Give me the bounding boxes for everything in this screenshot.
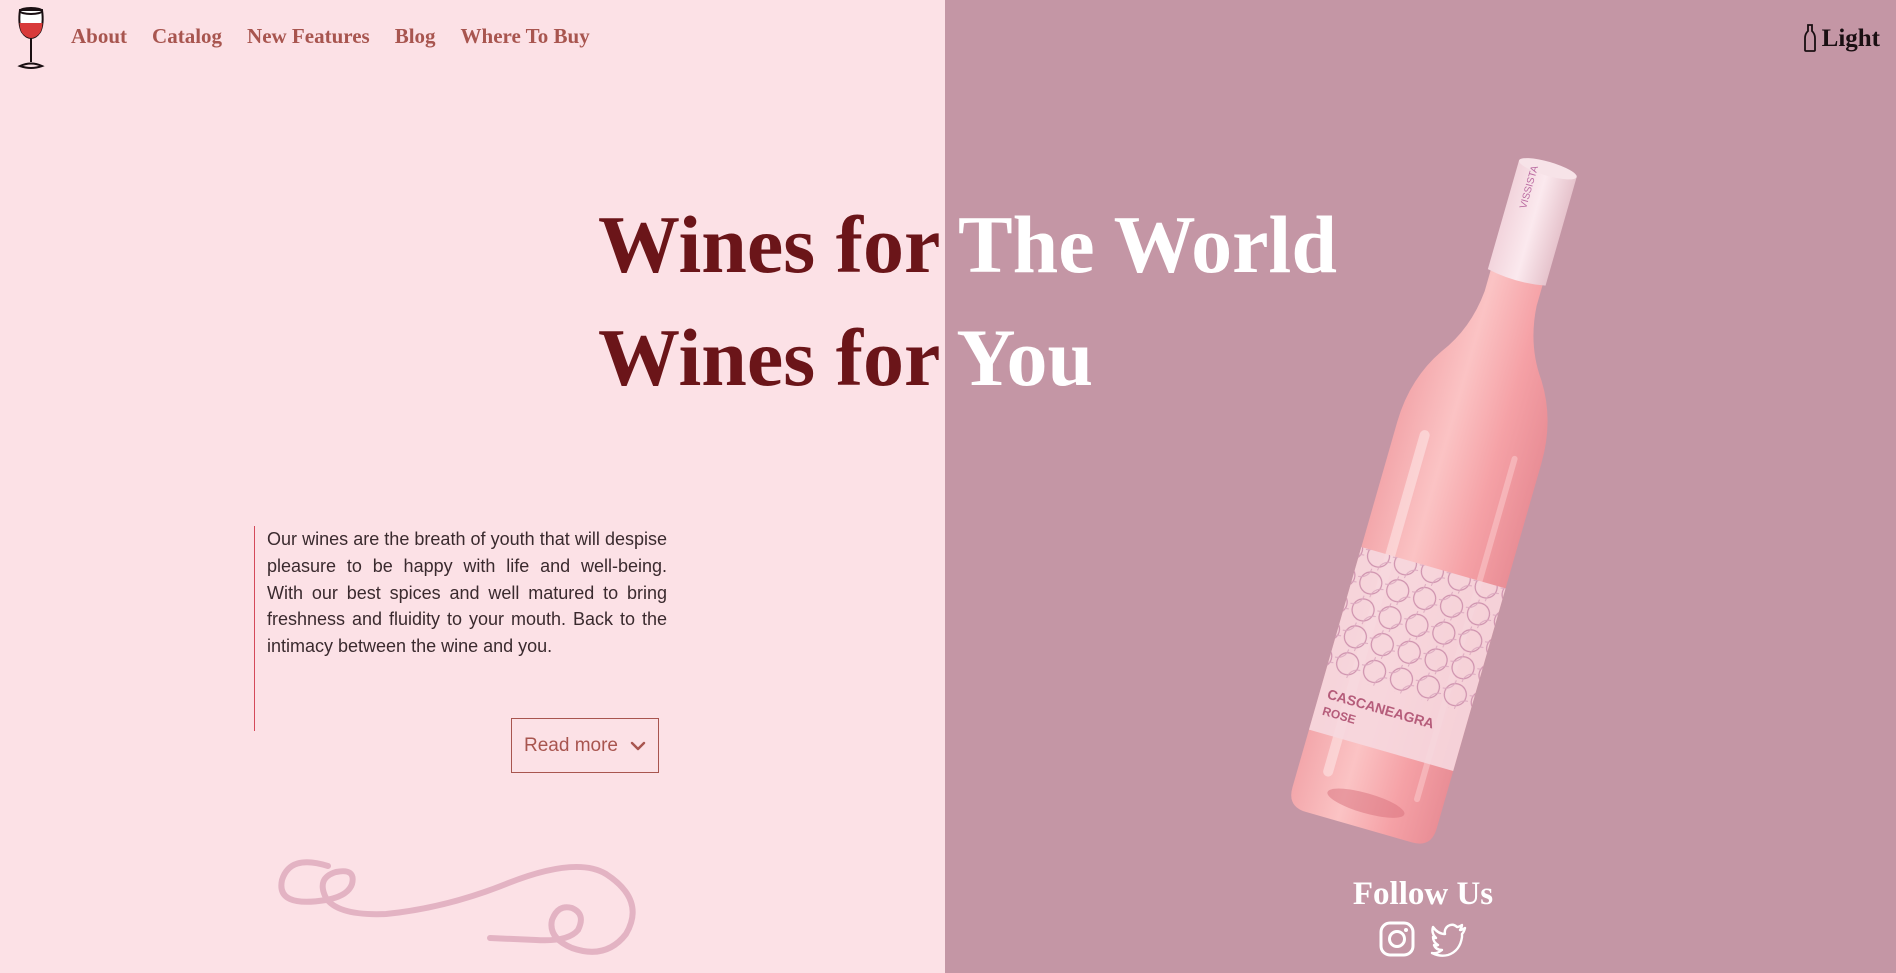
hero-line-2: Wines for You bbox=[598, 312, 1094, 403]
read-more-button[interactable]: Read more bbox=[511, 718, 659, 773]
social-links bbox=[1378, 920, 1468, 958]
description-block: Our wines are the breath of youth that w… bbox=[254, 526, 667, 731]
nav-catalog[interactable]: Catalog bbox=[152, 26, 222, 47]
instagram-icon[interactable] bbox=[1378, 920, 1416, 958]
main-nav: About Catalog New Features Blog Where To… bbox=[71, 26, 590, 47]
theme-toggle-label: Light bbox=[1821, 24, 1880, 52]
nav-new-features[interactable]: New Features bbox=[247, 26, 370, 47]
theme-toggle[interactable]: Light bbox=[1803, 24, 1880, 52]
twitter-icon[interactable] bbox=[1430, 920, 1468, 958]
nav-where-to-buy[interactable]: Where To Buy bbox=[461, 26, 590, 47]
left-panel bbox=[0, 0, 945, 973]
read-more-label: Read more bbox=[524, 734, 618, 756]
wine-glass-logo[interactable] bbox=[14, 6, 48, 72]
hero-headline: Wines for The World Wines for You bbox=[598, 188, 1337, 414]
swirl-ornament bbox=[278, 859, 636, 955]
nav-blog[interactable]: Blog bbox=[395, 26, 436, 47]
nav-about[interactable]: About bbox=[71, 26, 127, 47]
hero-line-1: Wines for The World bbox=[598, 199, 1337, 290]
follow-us-heading: Follow Us bbox=[1352, 876, 1494, 912]
chevron-down-icon bbox=[630, 741, 646, 750]
bottle-icon bbox=[1803, 24, 1816, 52]
description-text: Our wines are the breath of youth that w… bbox=[267, 529, 667, 657]
